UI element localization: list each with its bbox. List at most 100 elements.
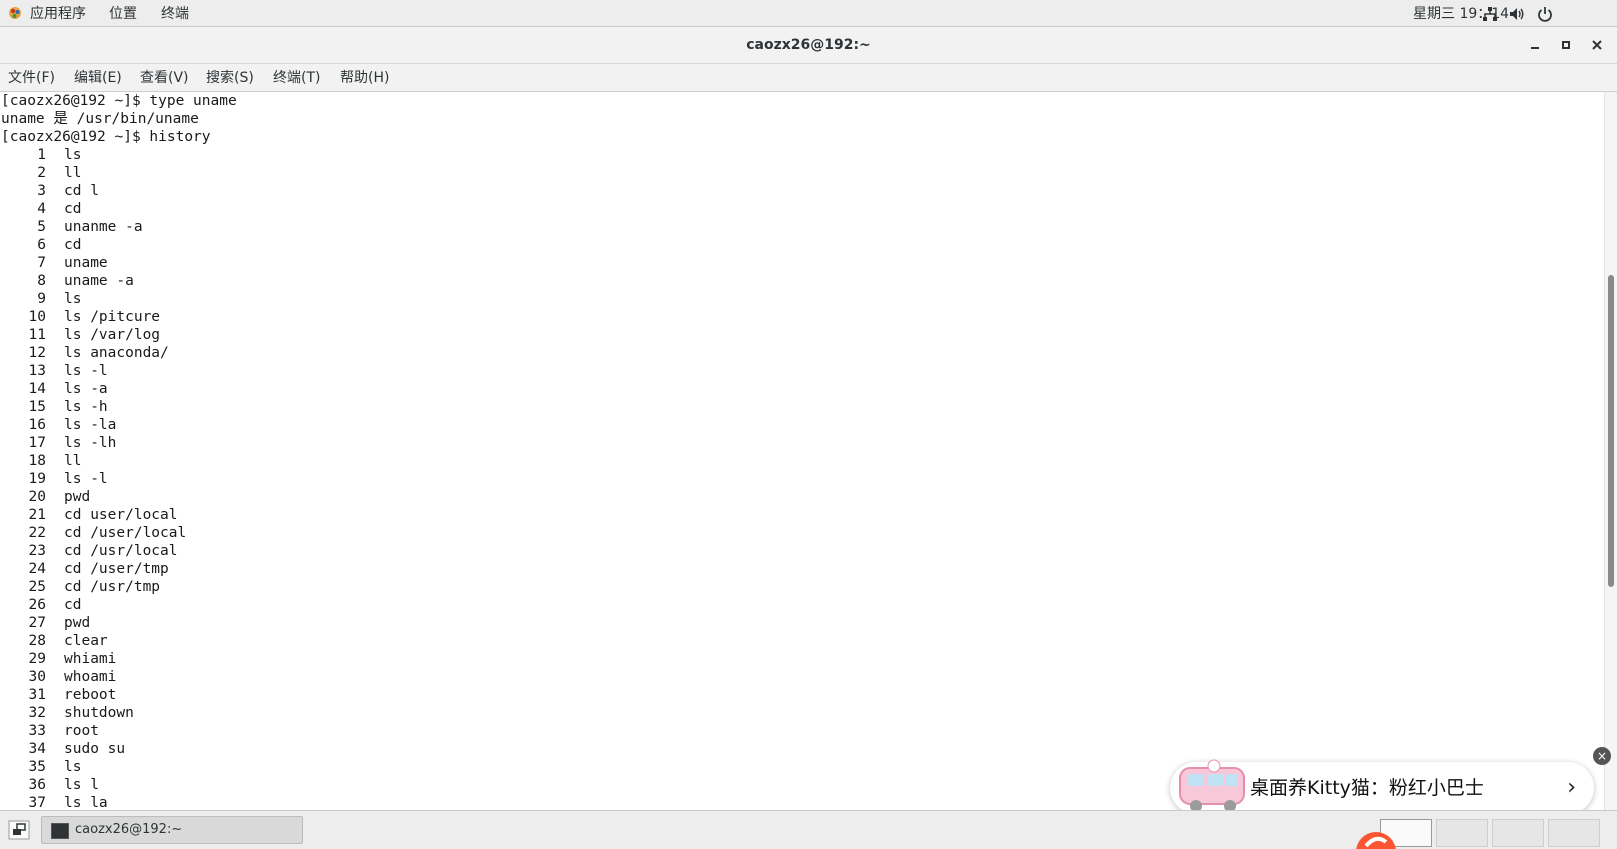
menu-file[interactable]: 文件(F): [5, 68, 58, 88]
history-command: whoami: [64, 669, 117, 685]
history-number: 9: [37, 291, 46, 307]
history-row: 33 root: [1, 722, 237, 740]
history-command: cd l: [64, 183, 99, 199]
terminal-app-menu[interactable]: 终端: [161, 4, 189, 24]
window-titlebar[interactable]: caozx26@192:~: [0, 27, 1617, 64]
history-command: clear: [64, 633, 108, 649]
history-number: 2: [37, 165, 46, 181]
kitty-bus-image: [1179, 759, 1245, 812]
scrollbar-thumb[interactable]: [1608, 275, 1614, 587]
history-command: ls -h: [64, 399, 108, 415]
history-command: cd user/local: [64, 507, 178, 523]
history-command: ls la: [64, 795, 108, 810]
minimize-icon[interactable]: [1526, 36, 1544, 54]
history-number: 24: [28, 561, 46, 577]
menu-help[interactable]: 帮助(H): [337, 68, 392, 88]
history-row: 1 ls: [1, 146, 237, 164]
power-icon[interactable]: [1536, 5, 1554, 23]
history-row: 37 ls la: [1, 794, 237, 810]
history-command: ls -la: [64, 417, 117, 433]
history-command: ll: [64, 453, 82, 469]
close-icon[interactable]: [1588, 36, 1606, 54]
history-command: uname -a: [64, 273, 134, 289]
volume-icon[interactable]: [1508, 5, 1526, 23]
history-number: 4: [37, 201, 46, 217]
history-row: 31 reboot: [1, 686, 237, 704]
history-row: 36 ls l: [1, 776, 237, 794]
menu-terminal[interactable]: 终端(T): [270, 68, 323, 88]
history-number: 1: [37, 147, 46, 163]
applications-menu[interactable]: 应用程序: [30, 4, 86, 24]
taskbar-terminal-item[interactable]: caozx26@192:~: [41, 816, 303, 844]
ad-popup[interactable]: 桌面养Kitty猫：粉红小巴士 ›: [1170, 759, 1594, 814]
ad-text[interactable]: 桌面养Kitty猫：粉红小巴士: [1250, 762, 1484, 814]
menu-search[interactable]: 搜索(S): [203, 68, 257, 88]
history-row: 2 ll: [1, 164, 237, 182]
maximize-icon[interactable]: [1557, 36, 1575, 54]
history-command: pwd: [64, 489, 91, 505]
history-command: ls: [64, 759, 82, 775]
history-row: 9 ls: [1, 290, 237, 308]
history-number: 19: [28, 471, 46, 487]
history-number: 36: [28, 777, 46, 793]
history-command: shutdown: [64, 705, 134, 721]
history-row: 21 cd user/local: [1, 506, 237, 524]
history-number: 6: [37, 237, 46, 253]
history-number: 7: [37, 255, 46, 271]
chevron-right-icon[interactable]: ›: [1567, 762, 1576, 814]
history-number: 26: [28, 597, 46, 613]
workspace-4[interactable]: [1548, 819, 1600, 847]
history-command: ls l: [64, 777, 99, 793]
menubar: 文件(F) 编辑(E) 查看(V) 搜索(S) 终端(T) 帮助(H): [0, 64, 1617, 92]
history-number: 10: [28, 309, 46, 325]
history-command: pwd: [64, 615, 91, 631]
history-row: 6 cd: [1, 236, 237, 254]
history-command: ls -l: [64, 471, 108, 487]
history-row: 27 pwd: [1, 614, 237, 632]
history-number: 12: [28, 345, 46, 361]
workspace-3[interactable]: [1492, 819, 1544, 847]
history-row: 4 cd: [1, 200, 237, 218]
csdn-logo-icon: [1356, 832, 1396, 849]
terminal-output[interactable]: [caozx26@192 ~]$ type uname uname 是 /usr…: [0, 92, 1604, 810]
history-command: ls /pitcure: [64, 309, 161, 325]
terminal-icon: [51, 823, 69, 839]
history-command: unanme -a: [64, 219, 143, 235]
history-row: 30 whoami: [1, 668, 237, 686]
terminal-scrollbar[interactable]: [1604, 92, 1617, 810]
history-command: ls /var/log: [64, 327, 161, 343]
history-number: 31: [28, 687, 46, 703]
places-menu[interactable]: 位置: [109, 4, 137, 24]
history-number: 35: [28, 759, 46, 775]
history-command: ls: [64, 147, 82, 163]
workspace-2[interactable]: [1436, 819, 1488, 847]
history-command: ll: [64, 165, 82, 181]
history-row: 24 cd /user/tmp: [1, 560, 237, 578]
applications-menu-icon[interactable]: [8, 6, 22, 20]
history-command: ls -lh: [64, 435, 117, 451]
top-panel: 应用程序 位置 终端 星期三 19：14: [0, 0, 1617, 27]
history-row: 18 ll: [1, 452, 237, 470]
history-command: ls: [64, 291, 82, 307]
history-number: 18: [28, 453, 46, 469]
history-number: 17: [28, 435, 46, 451]
history-row: 16 ls -la: [1, 416, 237, 434]
history-command: ls -l: [64, 363, 108, 379]
menu-edit[interactable]: 编辑(E): [71, 68, 125, 88]
menu-view[interactable]: 查看(V): [137, 68, 192, 88]
history-number: 14: [28, 381, 46, 397]
network-icon[interactable]: [1481, 5, 1499, 23]
history-number: 27: [28, 615, 46, 631]
history-row: 34 sudo su: [1, 740, 237, 758]
history-row: 11 ls /var/log: [1, 326, 237, 344]
show-desktop-icon[interactable]: [8, 820, 30, 840]
history-command: cd /user/local: [64, 525, 187, 541]
history-command: ls -a: [64, 381, 108, 397]
history-command: cd /user/tmp: [64, 561, 169, 577]
history-row: 28 clear: [1, 632, 237, 650]
history-row: 10 ls /pitcure: [1, 308, 237, 326]
history-number: 23: [28, 543, 46, 559]
ad-close-icon[interactable]: ×: [1593, 747, 1611, 765]
history-row: 7 uname: [1, 254, 237, 272]
terminal-lines: [caozx26@192 ~]$ type uname uname 是 /usr…: [1, 92, 237, 810]
